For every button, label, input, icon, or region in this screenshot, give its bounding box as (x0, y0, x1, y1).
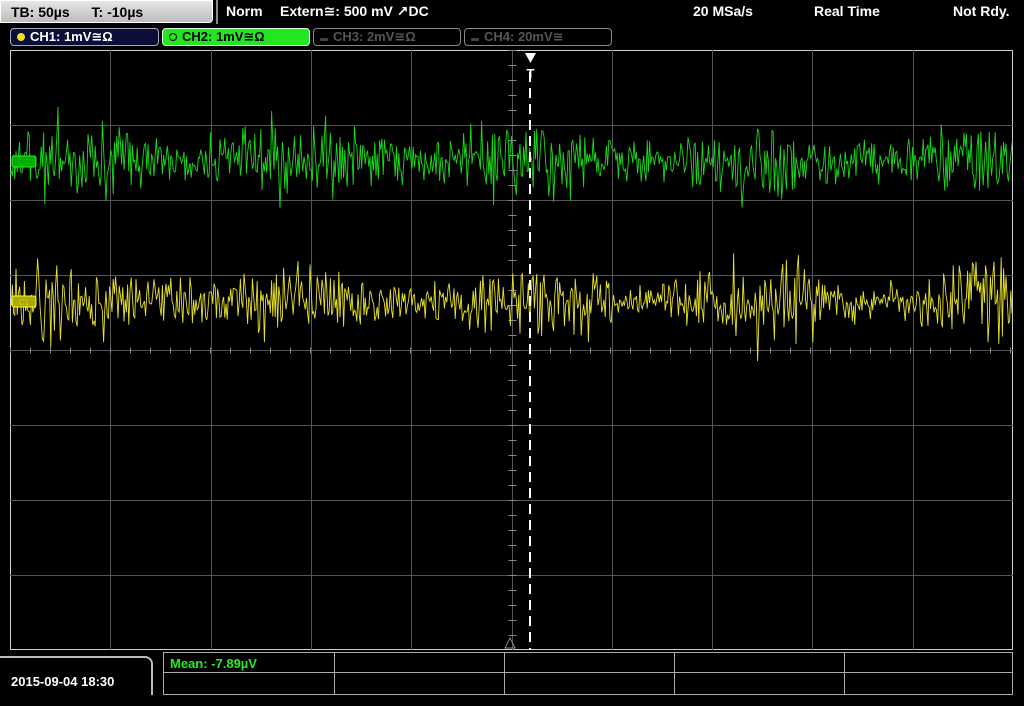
ch4-label: CH4: 20mV≅ (484, 29, 564, 44)
top-status-bar: TB: 50µs T: -10µs Norm Extern≅: 500 mV ↗… (0, 0, 1024, 24)
measurement-cell-8[interactable] (504, 672, 675, 695)
trigger-time-label: T: -10µs (91, 4, 144, 20)
mean-measurement: Mean: -7.89µV (170, 656, 257, 671)
ch3-label: CH3: 2mV≅Ω (333, 29, 416, 44)
acquisition-mode: Real Time (814, 3, 880, 19)
measurement-cell-5[interactable] (844, 652, 1013, 673)
ch2-indicator-icon (169, 33, 177, 41)
trigger-source[interactable]: Extern≅: 500 mV ↗DC (280, 3, 429, 20)
measurement-cell-10[interactable] (844, 672, 1013, 695)
ch2-marker-label: C2 (19, 158, 30, 167)
sample-rate: 20 MSa/s (693, 3, 753, 19)
trigger-marker: T (527, 66, 535, 81)
ch2-offset-marker[interactable]: C2 (11, 155, 37, 168)
ch4-indicator-icon (471, 38, 479, 41)
tab-ch2[interactable]: CH2: 1mV≅Ω (162, 28, 310, 46)
timebase-label: TB: 50µs (11, 4, 70, 20)
ch3-indicator-icon (320, 38, 328, 41)
measurement-cell-2[interactable] (334, 652, 505, 673)
measurement-area[interactable]: Mean: -7.89µV (163, 652, 1013, 695)
ch1-label: CH1: 1mV≅Ω (30, 29, 113, 44)
trigger-mode[interactable]: Norm (226, 3, 263, 19)
ch1-indicator-icon (17, 33, 25, 41)
datetime-label: 2015-09-04 18:30 (11, 674, 115, 689)
measurement-cell-6[interactable] (163, 672, 335, 695)
separator (216, 0, 218, 24)
measurement-cell-4[interactable] (674, 652, 845, 673)
datetime-display: 2015-09-04 18:30 (0, 656, 153, 695)
timebase-box[interactable]: TB: 50µs T: -10µs (0, 0, 213, 23)
ch1-marker-label: C1 (19, 298, 30, 307)
status-text: Not Rdy. (953, 3, 1010, 19)
tab-ch4[interactable]: CH4: 20mV≅ (464, 28, 612, 46)
measurement-cell-9[interactable] (674, 672, 845, 695)
tab-ch3[interactable]: CH3: 2mV≅Ω (313, 28, 461, 46)
waveform-display[interactable]: T C2 C1 (10, 50, 1013, 650)
tab-ch1[interactable]: CH1: 1mV≅Ω (10, 28, 159, 46)
ch1-offset-marker[interactable]: C1 (11, 295, 37, 308)
measurement-cell-7[interactable] (334, 672, 505, 695)
measurement-cell-1[interactable]: Mean: -7.89µV (163, 652, 335, 673)
measurement-cell-3[interactable] (504, 652, 675, 673)
ch2-label: CH2: 1mV≅Ω (182, 29, 265, 44)
